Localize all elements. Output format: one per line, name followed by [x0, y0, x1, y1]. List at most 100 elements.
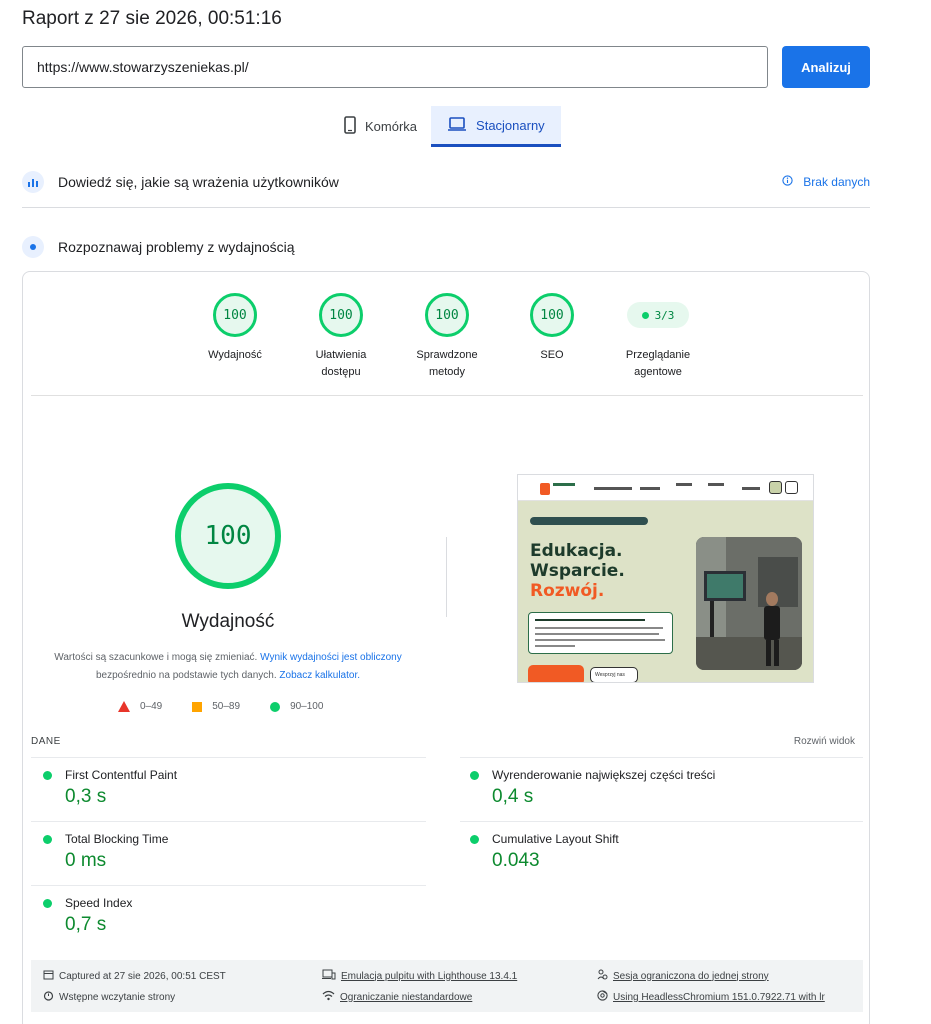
page-title: Raport z 27 sie 2026, 00:51:16 [22, 8, 282, 29]
footer-captured: Captured at 27 sie 2026, 00:51 CEST [43, 969, 226, 983]
screenshot-logo-text [553, 483, 575, 486]
footer-emulation[interactable]: Emulacja pulpitu with Lighthouse 13.4.1 [322, 969, 517, 983]
metric-value: 0,3 s [65, 786, 107, 807]
score-calculation-link[interactable]: Wynik wydajności jest obliczony [260, 652, 402, 663]
ux-section-header[interactable]: Dowiedź się, jakie są wrażenia użytkowni… [22, 170, 870, 194]
performance-score-gauge: 100 [175, 483, 281, 589]
metric-lcp: Wyrenderowanie największej części treści… [470, 768, 865, 808]
metric-value: 0,7 s [65, 914, 107, 935]
screenshot-logo [540, 483, 550, 495]
pass-dot-icon [641, 311, 649, 319]
tab-desktop[interactable]: Stacjonarny [431, 106, 561, 147]
gauge-label: Ułatwienia dostępu [315, 349, 367, 378]
screenshot-heading-2: Wsparcie. [530, 561, 625, 581]
pass-dot-icon [43, 898, 52, 908]
agentic-pill: 3/3 [627, 302, 689, 328]
throttling-text: Ograniczanie niestandardowe [340, 991, 473, 1003]
category-gauges: 100 Wydajność 100 Ułatwienia dostępu 100… [23, 293, 871, 403]
metric-tbt: Total Blocking Time 0 ms [43, 832, 438, 872]
session-text: Sesja ograniczona do jednej strony [613, 970, 769, 982]
metric-value: 0 ms [65, 850, 107, 871]
analyze-button[interactable]: Analizuj [782, 46, 870, 88]
final-screenshot: Edukacja. Wsparcie. Rozwój. Wesprzyj nas [517, 474, 814, 683]
laptop-icon [447, 116, 467, 134]
screenshot-navbar [518, 475, 813, 501]
footer-initial-load: Wstępne wczytanie strony [43, 990, 175, 1004]
gauge-agentic-browsing[interactable]: 3/3 Przeglądanie agentowe [603, 293, 713, 381]
metric-divider [31, 885, 426, 886]
card-divider [31, 395, 863, 396]
users-chart-icon [22, 171, 44, 193]
screenshot-text-line [535, 627, 663, 629]
screenshot-text-line [535, 619, 645, 621]
gauge-score: 3/3 [654, 308, 675, 322]
triangle-icon [118, 701, 130, 712]
gauge-label: Przeglądanie agentowe [625, 349, 691, 378]
footer-browser[interactable]: Using HeadlessChromium 151.0.7922.71 wit… [597, 990, 825, 1004]
metric-divider [460, 821, 863, 822]
performance-title: Wydajność [181, 611, 275, 632]
legend-average: 50–89 [192, 701, 240, 712]
screenshot-text-line [535, 639, 665, 641]
run-info-footer: Captured at 27 sie 2026, 00:51 CEST Wstę… [31, 960, 863, 1012]
metric-fcp: First Contentful Paint 0,3 s [43, 768, 438, 808]
ux-section-title: Dowiedź się, jakie są wrażenia użytkowni… [58, 174, 339, 190]
tab-desktop-label: Stacjonarny [476, 117, 545, 133]
score-legend: 0–49 50–89 90–100 [118, 701, 358, 712]
screenshot-nav-link [742, 487, 760, 490]
legend-fail: 0–49 [118, 701, 162, 712]
screenshot-nav-link [594, 487, 632, 490]
metric-divider [31, 757, 426, 758]
url-input[interactable] [22, 46, 768, 88]
smartphone-icon [344, 116, 356, 137]
desc-text-1: Wartości są szacunkowe i mogą się zmieni… [54, 652, 261, 663]
gauge-label: SEO [540, 349, 564, 361]
gauge-accessibility[interactable]: 100 Ułatwienia dostępu [286, 293, 396, 381]
screenshot-nav-button [785, 481, 798, 494]
wifi-icon [322, 990, 335, 1004]
pass-dot-icon [43, 834, 52, 844]
metric-name: Wyrenderowanie największej części treści [492, 768, 716, 782]
metric-divider [460, 757, 863, 758]
expand-view-toggle[interactable]: Rozwiń widok [794, 736, 855, 747]
no-data-link[interactable]: Brak danych [782, 175, 870, 189]
metric-value: 0,4 s [492, 786, 534, 807]
circle-icon [270, 701, 281, 712]
perf-section-title: Rozpoznawaj problemy z wydajnością [58, 239, 295, 255]
screenshot-nav-link [676, 483, 692, 486]
gauge-score: 100 [530, 293, 574, 337]
pass-dot-icon [43, 770, 52, 780]
tab-mobile-label: Komórka [365, 119, 418, 134]
pass-dot-icon [470, 770, 479, 780]
legend-pass-range: 90–100 [290, 701, 324, 712]
performance-description: Wartości są szacunkowe i mogą się zmieni… [53, 649, 403, 685]
tab-mobile[interactable]: Komórka [330, 106, 431, 147]
info-icon [782, 175, 793, 189]
metric-cls: Cumulative Layout Shift 0.043 [470, 832, 865, 872]
gauge-score: 100 [213, 293, 257, 337]
calculator-link[interactable]: Zobacz kalkulator. [279, 670, 360, 681]
person-icon [597, 969, 608, 983]
gauge-seo[interactable]: 100 SEO [497, 293, 607, 364]
footer-throttling[interactable]: Ograniczanie niestandardowe [322, 990, 472, 1004]
screenshot-support-button: Wesprzyj nas [590, 667, 638, 682]
metric-name: First Contentful Paint [65, 768, 178, 782]
gauge-label: Sprawdzone metody [416, 349, 478, 378]
screenshot-heading-1: Edukacja. [530, 541, 623, 561]
metric-name: Total Blocking Time [65, 832, 169, 846]
calendar-icon [43, 969, 54, 983]
screenshot-nav-link [708, 483, 724, 486]
metrics-label: DANE [31, 736, 61, 747]
screenshot-heading-3: Rozwój. [530, 581, 605, 601]
report-card: 100 Wydajność 100 Ułatwienia dostępu 100… [22, 271, 870, 1024]
captured-text: Captured at 27 sie 2026, 00:51 CEST [59, 970, 226, 982]
gauge-label: Wydajność [208, 349, 262, 361]
legend-fail-range: 0–49 [140, 701, 163, 712]
initial-load-text: Wstępne wczytanie strony [59, 991, 176, 1003]
gauge-best-practices[interactable]: 100 Sprawdzone metody [392, 293, 502, 381]
devices-icon [322, 969, 336, 983]
footer-session[interactable]: Sesja ograniczona do jednej strony [597, 969, 769, 983]
gauge-score: 100 [425, 293, 469, 337]
gauge-performance[interactable]: 100 Wydajność [180, 293, 290, 364]
screenshot-text-line [535, 633, 659, 635]
